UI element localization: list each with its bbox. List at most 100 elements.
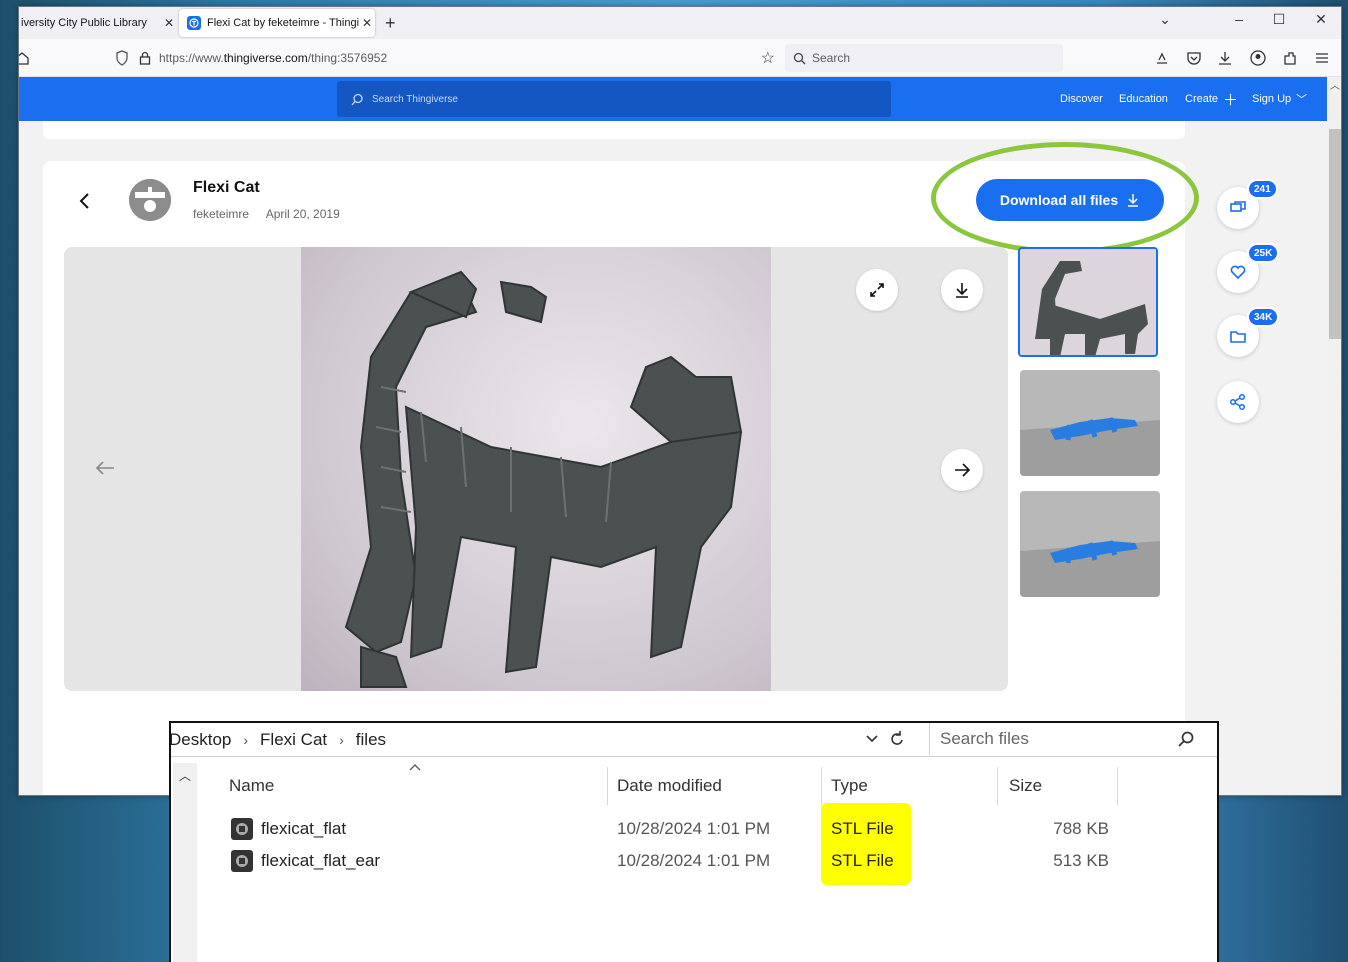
breadcrumb-desktop[interactable]: Desktop: [171, 730, 231, 750]
close-window-icon[interactable]: ✕: [1309, 11, 1333, 28]
collection-icon: [1230, 331, 1246, 343]
nav-signup[interactable]: Sign Up ﹀: [1252, 77, 1307, 121]
back-arrow-icon[interactable]: [77, 191, 93, 211]
refresh-icon[interactable]: [889, 730, 905, 748]
account-icon[interactable]: [1249, 49, 1267, 67]
tab-thingiverse-title: Flexi Cat by feketeimre - Thingiv: [207, 17, 359, 29]
thumbnail-3[interactable]: [1020, 491, 1160, 597]
url-bar[interactable]: https://www.thingiverse.com/thing:357695…: [115, 44, 775, 72]
publish-date: April 20, 2019: [265, 207, 340, 221]
avatar[interactable]: [129, 179, 171, 221]
shield-icon[interactable]: [115, 50, 129, 66]
browser-window: iversity City Public Library ✕ Flexi Cat…: [18, 6, 1342, 796]
browser-search-placeholder: Search: [812, 51, 851, 65]
file-name-cell: flexicat_flat_ear: [231, 847, 380, 875]
column-divider[interactable]: [997, 767, 998, 805]
new-tab-icon[interactable]: +: [385, 13, 396, 34]
list-tabs-icon[interactable]: ⌄: [1153, 11, 1177, 28]
home-icon[interactable]: [19, 49, 31, 67]
file-name: flexicat_flat_ear: [261, 851, 381, 870]
nav-pane-scrollbar[interactable]: ︿: [173, 763, 197, 962]
minimize-icon[interactable]: –: [1227, 11, 1251, 27]
column-header-type[interactable]: Type: [831, 767, 868, 805]
file-name: flexicat_flat: [261, 819, 347, 838]
breadcrumb-flexi-cat[interactable]: Flexi Cat: [260, 730, 327, 750]
file-explorer-window: Desktop › Flexi Cat › files Search files…: [169, 721, 1219, 962]
screenshot-icon[interactable]: [1153, 49, 1171, 67]
column-header-date[interactable]: Date modified: [617, 767, 722, 805]
thing-title: Flexi Cat: [193, 179, 260, 196]
url-path: /thing:3576952: [307, 51, 388, 65]
nav-education[interactable]: Education: [1119, 77, 1168, 121]
next-image-button[interactable]: [941, 449, 983, 491]
column-header-size[interactable]: Size: [1009, 767, 1042, 805]
column-header-name[interactable]: Name: [229, 767, 274, 805]
nav-discover[interactable]: Discover: [1060, 77, 1103, 121]
fullscreen-button[interactable]: [856, 269, 898, 311]
expand-icon: [870, 283, 884, 297]
breadcrumb[interactable]: Desktop › Flexi Cat › files: [171, 723, 871, 757]
download-image-button[interactable]: [941, 269, 983, 311]
thumbnail-1[interactable]: [1018, 247, 1158, 357]
previous-card: [43, 121, 1185, 139]
url-domain: thingiverse.com: [223, 51, 308, 65]
file-size: 513 KB: [1053, 851, 1109, 870]
chevron-right-icon: ›: [243, 732, 249, 748]
column-divider[interactable]: [821, 767, 822, 805]
pocket-icon[interactable]: [1185, 49, 1203, 67]
image-gallery: [64, 247, 1008, 691]
file-search-placeholder: Search files: [940, 729, 1029, 748]
comments-count-badge: 241: [1247, 179, 1278, 199]
nav-create[interactable]: Create ＋: [1185, 77, 1238, 121]
site-search-input[interactable]: Search Thingiverse: [337, 81, 891, 117]
nav-create-label: Create: [1185, 93, 1219, 105]
scroll-up-arrow-icon[interactable]: ︿: [173, 767, 197, 784]
sort-indicator-icon: [409, 763, 421, 771]
tab-bar: iversity City Public Library ✕ Flexi Cat…: [19, 7, 1341, 39]
main-photo: [301, 247, 771, 691]
scrollbar-thumb[interactable]: [1329, 129, 1341, 339]
address-dropdown-icon[interactable]: [865, 731, 879, 745]
file-type: STL File: [831, 819, 894, 838]
close-tab-icon[interactable]: ✕: [161, 16, 177, 30]
file-date: 10/28/2024 1:01 PM: [617, 819, 771, 838]
url-prefix: https://www.: [159, 51, 224, 65]
share-button[interactable]: [1217, 381, 1259, 423]
thing-meta: feketeimre April 20, 2019: [193, 207, 354, 221]
downloads-icon[interactable]: [1216, 49, 1234, 67]
chevron-right-icon: ›: [339, 732, 344, 748]
previous-image-arrow-icon[interactable]: [94, 459, 116, 477]
close-tab-icon[interactable]: ✕: [359, 16, 375, 30]
site-search-placeholder: Search Thingiverse: [372, 93, 458, 105]
lock-icon[interactable]: [139, 51, 151, 65]
search-icon: [1177, 730, 1195, 748]
file-search-input[interactable]: Search files: [929, 723, 1205, 755]
file-name-cell: flexicat_flat: [231, 815, 346, 843]
browser-search-input[interactable]: Search: [785, 44, 1063, 72]
column-divider[interactable]: [607, 767, 608, 805]
scroll-up-arrow-icon[interactable]: ︿: [1327, 77, 1341, 92]
extensions-icon[interactable]: [1281, 49, 1299, 67]
author-link[interactable]: feketeimre: [193, 207, 249, 221]
thingiverse-favicon-icon: [187, 16, 201, 30]
comment-icon: [1230, 201, 1246, 212]
heart-icon: [1230, 265, 1246, 280]
search-icon: [351, 93, 364, 106]
stl-file-icon: [231, 818, 253, 840]
column-divider[interactable]: [1117, 767, 1118, 805]
bookmark-star-icon[interactable]: ☆: [761, 48, 775, 68]
tab-library[interactable]: iversity City Public Library ✕: [19, 7, 177, 39]
nav-bar: https://www.thingiverse.com/thing:357695…: [19, 39, 1341, 77]
file-date: 10/28/2024 1:01 PM: [617, 851, 771, 870]
tab-thingiverse[interactable]: Flexi Cat by feketeimre - Thingiv ✕: [179, 9, 375, 37]
url-text: https://www.thingiverse.com/thing:357695…: [159, 51, 387, 65]
likes-count-badge: 25K: [1247, 243, 1280, 263]
breadcrumb-files[interactable]: files: [356, 730, 386, 750]
thumbnail-2[interactable]: [1020, 370, 1160, 476]
tab-library-title: iversity City Public Library: [21, 17, 147, 29]
remix-count-badge: 34K: [1247, 307, 1280, 327]
menu-icon[interactable]: [1313, 49, 1331, 67]
download-icon: [956, 283, 968, 298]
maximize-icon[interactable]: ☐: [1267, 11, 1291, 28]
file-type: STL File: [831, 851, 894, 870]
